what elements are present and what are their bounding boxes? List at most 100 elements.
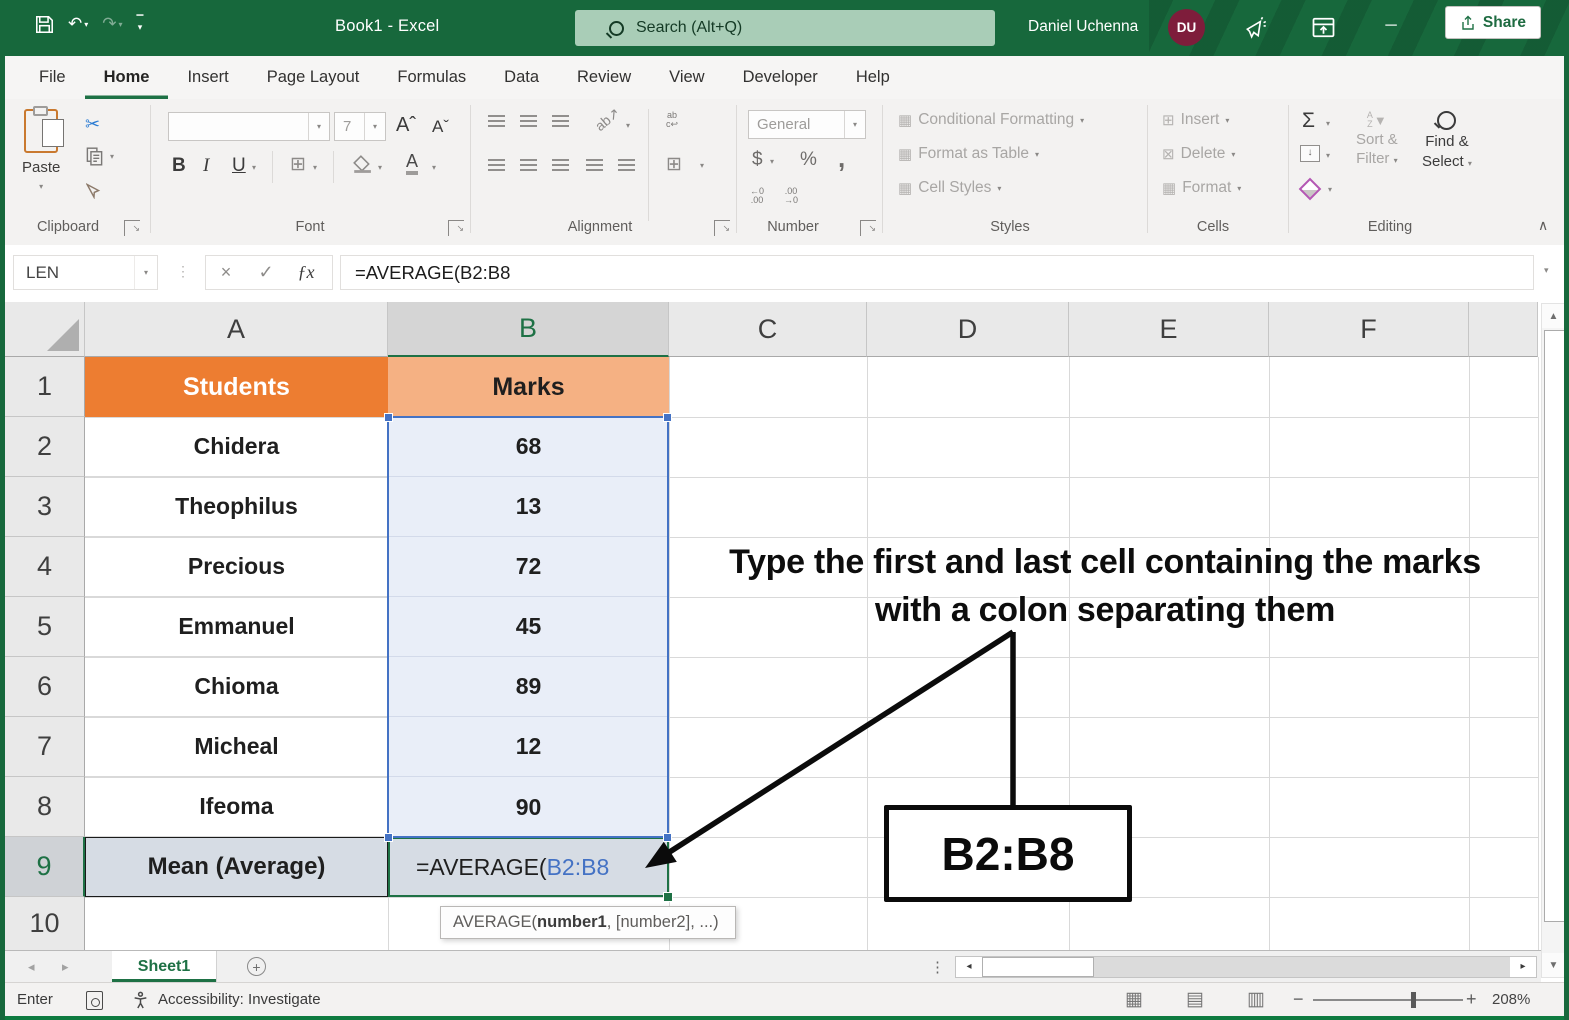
clear-dropdown-icon[interactable]: ▾ [1328,185,1332,194]
font-name-combo[interactable]: ▾ [168,112,330,141]
redo-button[interactable]: ↷▾ [97,14,127,34]
search-input[interactable]: Search (Alt+Q) [575,10,995,46]
row-header-2[interactable]: 2 [5,417,85,477]
avatar[interactable]: DU [1168,9,1205,46]
align-left-icon[interactable] [488,159,505,171]
fill-handle-icon[interactable] [663,892,673,902]
paste-button[interactable]: Paste ▾ [22,109,60,191]
row-header-4[interactable]: 4 [5,537,85,597]
font-dialog-launcher[interactable]: ↘ [448,220,464,236]
find-select-button[interactable]: Find & Select ▾ [1422,111,1472,170]
sort-filter-button[interactable]: AZ▼ Sort & Filter ▾ [1356,111,1398,167]
merge-center-dropdown-icon[interactable]: ▾ [700,161,704,170]
decrease-indent-icon[interactable] [586,159,603,171]
tab-file[interactable]: File [20,56,85,99]
insert-cells-button[interactable]: ⊞ Insert▾ [1162,111,1229,129]
row-header-7[interactable]: 7 [5,717,85,777]
tab-page-layout[interactable]: Page Layout [248,56,379,99]
column-header-f[interactable]: F [1269,302,1469,357]
cell-a7[interactable]: Micheal [85,717,388,777]
save-icon[interactable] [30,15,59,34]
column-header-partial[interactable] [1469,302,1538,357]
fill-color-dropdown-icon[interactable]: ▾ [378,163,382,172]
alignment-dialog-launcher[interactable]: ↘ [714,220,730,236]
zoom-in-icon[interactable]: + [1466,983,1477,1016]
font-size-combo[interactable]: 7▾ [334,112,386,141]
cell-a1[interactable]: Students [85,357,388,417]
format-cells-button[interactable]: ▦ Format▾ [1162,179,1241,197]
share-button[interactable]: Share [1445,6,1541,39]
tab-insert[interactable]: Insert [168,56,247,99]
number-format-combo[interactable]: General▾ [748,110,866,139]
name-box-dropdown-icon[interactable]: ▾ [134,256,157,289]
number-dialog-launcher[interactable]: ↘ [860,220,876,236]
italic-button[interactable]: I [203,155,209,177]
column-header-e[interactable]: E [1069,302,1269,357]
normal-view-icon[interactable]: ▦ [1125,983,1143,1016]
tab-help[interactable]: Help [837,56,909,99]
customize-qat-icon[interactable]: ▔▾ [132,17,149,31]
row-header-1[interactable]: 1 [5,357,85,417]
expand-formula-bar-icon[interactable]: ▾ [1544,265,1549,276]
cell-styles-button[interactable]: ▦ Cell Styles▾ [898,179,1001,197]
sheet-nav-left-icon[interactable]: ◂ [28,951,35,982]
align-bottom-icon[interactable] [552,115,569,127]
tab-formulas[interactable]: Formulas [378,56,485,99]
new-sheet-button[interactable]: + [247,957,266,976]
tab-splitter-icon[interactable]: ⋮ [930,958,945,976]
account-name[interactable]: Daniel Uchenna [1028,18,1138,36]
cell-a6[interactable]: Chioma [85,657,388,717]
zoom-slider-thumb[interactable] [1411,992,1416,1008]
confirm-entry-icon[interactable]: ✓ [246,262,286,283]
row-header-3[interactable]: 3 [5,477,85,537]
fill-color-icon[interactable] [352,155,372,178]
format-as-table-button[interactable]: ▦ Format as Table▾ [898,145,1039,163]
cell-a3[interactable]: Theophilus [85,477,388,537]
copy-dropdown-icon[interactable]: ▾ [110,152,114,161]
underline-button[interactable]: U [232,155,246,177]
tab-data[interactable]: Data [485,56,558,99]
row-header-9[interactable]: 9 [5,837,85,897]
cell-b9-editing[interactable]: =AVERAGE(B2:B8 [388,837,669,897]
page-break-view-icon[interactable]: ▥ [1247,983,1265,1016]
cell-b8[interactable]: 90 [388,777,669,837]
accessibility-status[interactable]: Accessibility: Investigate [158,983,321,1016]
zoom-slider[interactable] [1313,999,1463,1001]
cell-b2[interactable]: 68 [388,417,669,477]
cell-b6[interactable]: 89 [388,657,669,717]
zoom-level[interactable]: 208% [1492,983,1530,1016]
page-layout-view-icon[interactable]: ▤ [1186,983,1204,1016]
insert-function-icon[interactable]: ƒx [286,262,326,283]
delete-cells-button[interactable]: ⊠ Delete▾ [1162,145,1235,163]
conditional-formatting-button[interactable]: ▦ Conditional Formatting▾ [898,111,1084,129]
accessibility-icon[interactable] [132,991,149,1013]
align-right-icon[interactable] [552,159,569,171]
autosum-dropdown-icon[interactable]: ▾ [1326,119,1330,128]
column-header-c[interactable]: C [669,302,867,357]
cell-a5[interactable]: Emmanuel [85,597,388,657]
increase-decimal-icon[interactable]: ←0.00 [750,187,764,205]
fill-icon[interactable]: ↓ [1300,145,1320,162]
column-header-d[interactable]: D [867,302,1069,357]
cell-a4[interactable]: Precious [85,537,388,597]
scroll-down-icon[interactable]: ▼ [1542,953,1565,977]
undo-button[interactable]: ↶▾ [63,14,93,34]
formula-bar-splitter[interactable]: ⋮ [176,263,190,280]
font-color-icon[interactable]: A [406,151,418,175]
autosum-icon[interactable]: Σ [1302,109,1315,133]
cell-b1[interactable]: Marks [388,357,669,417]
format-painter-icon[interactable] [86,181,104,204]
minimize-button[interactable]: ─ [1376,17,1406,35]
cell-b7[interactable]: 12 [388,717,669,777]
scroll-right-icon[interactable]: ▸ [1510,957,1536,977]
copy-icon[interactable] [86,147,103,171]
borders-dropdown-icon[interactable]: ▾ [313,163,317,172]
cell-a8[interactable]: Ifeoma [85,777,388,837]
cell-a9[interactable]: Mean (Average) [85,837,388,897]
clipboard-dialog-launcher[interactable]: ↘ [124,220,140,236]
sheet-tab-sheet1[interactable]: Sheet1 [112,951,217,982]
tab-home[interactable]: Home [85,56,169,99]
zoom-out-icon[interactable]: − [1293,983,1304,1016]
collapse-ribbon-icon[interactable]: ∧ [1538,217,1548,234]
tab-view[interactable]: View [650,56,723,99]
